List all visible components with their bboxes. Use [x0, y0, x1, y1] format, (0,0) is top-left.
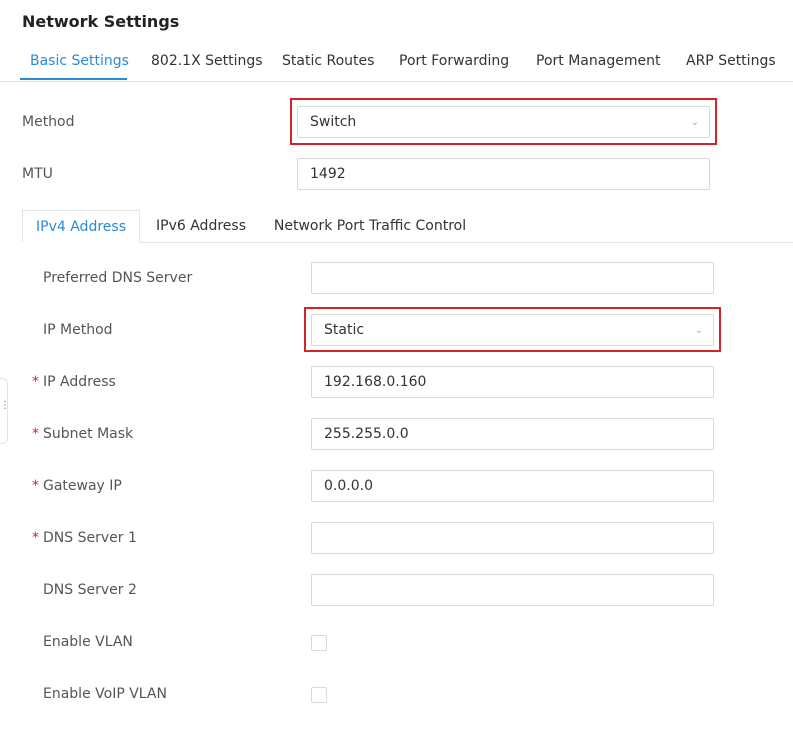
dns-server-2-label: DNS Server 2: [43, 582, 137, 598]
method-select[interactable]: Switch ⌄: [297, 106, 710, 138]
mtu-input[interactable]: 1492: [297, 158, 710, 190]
gateway-ip-input[interactable]: 0.0.0.0: [311, 470, 714, 502]
method-label: Method: [22, 114, 75, 130]
preferred-dns-input[interactable]: [311, 262, 714, 294]
tab-port-management[interactable]: Port Management: [536, 53, 660, 69]
ip-address-input[interactable]: 192.168.0.160: [311, 366, 714, 398]
enable-vlan-checkbox[interactable]: [311, 635, 327, 651]
chevron-down-icon: ⌄: [690, 117, 699, 128]
page-title: Network Settings: [22, 12, 180, 31]
gateway-ip-value: 0.0.0.0: [324, 478, 373, 494]
side-collapse-handle[interactable]: [0, 378, 8, 444]
chevron-down-icon: ⌄: [694, 325, 703, 336]
ip-method-select[interactable]: Static ⌄: [311, 314, 714, 346]
required-marker: *: [32, 478, 39, 494]
method-select-value: Switch: [310, 114, 357, 130]
tab-port-forwarding[interactable]: Port Forwarding: [399, 53, 509, 69]
tab-arp-settings[interactable]: ARP Settings: [686, 53, 776, 69]
ip-address-value: 192.168.0.160: [324, 374, 427, 390]
ip-address-label: IP Address: [43, 374, 116, 390]
subtab-ipv6-address[interactable]: IPv6 Address: [146, 210, 256, 242]
preferred-dns-label: Preferred DNS Server: [43, 270, 193, 286]
gateway-ip-label: Gateway IP: [43, 478, 122, 494]
dns-server-1-input[interactable]: [311, 522, 714, 554]
mtu-input-value: 1492: [310, 166, 346, 182]
subtab-network-port-traffic-control[interactable]: Network Port Traffic Control: [270, 210, 470, 242]
subtab-ipv4-address[interactable]: IPv4 Address: [22, 210, 140, 243]
ip-method-select-value: Static: [324, 322, 365, 338]
handle-grip-icon: ⋮: [0, 400, 10, 411]
enable-vlan-label: Enable VLAN: [43, 634, 133, 650]
dns-server-1-label: DNS Server 1: [43, 530, 137, 546]
tab-basic-settings[interactable]: Basic Settings: [30, 53, 129, 69]
ip-method-label: IP Method: [43, 322, 113, 338]
required-marker: *: [32, 530, 39, 546]
tab-8021x-settings[interactable]: 802.1X Settings: [151, 53, 263, 69]
mtu-label: MTU: [22, 166, 53, 182]
tab-bar-divider: [0, 81, 793, 82]
dns-server-2-input[interactable]: [311, 574, 714, 606]
subnet-mask-value: 255.255.0.0: [324, 426, 409, 442]
active-tab-indicator: [20, 78, 127, 80]
subnet-mask-label: Subnet Mask: [43, 426, 134, 442]
required-marker: *: [32, 374, 39, 390]
enable-voip-vlan-label: Enable VoIP VLAN: [43, 686, 167, 702]
subnet-mask-input[interactable]: 255.255.0.0: [311, 418, 714, 450]
tab-static-routes[interactable]: Static Routes: [282, 53, 374, 69]
enable-voip-vlan-checkbox[interactable]: [311, 687, 327, 703]
required-marker: *: [32, 426, 39, 442]
